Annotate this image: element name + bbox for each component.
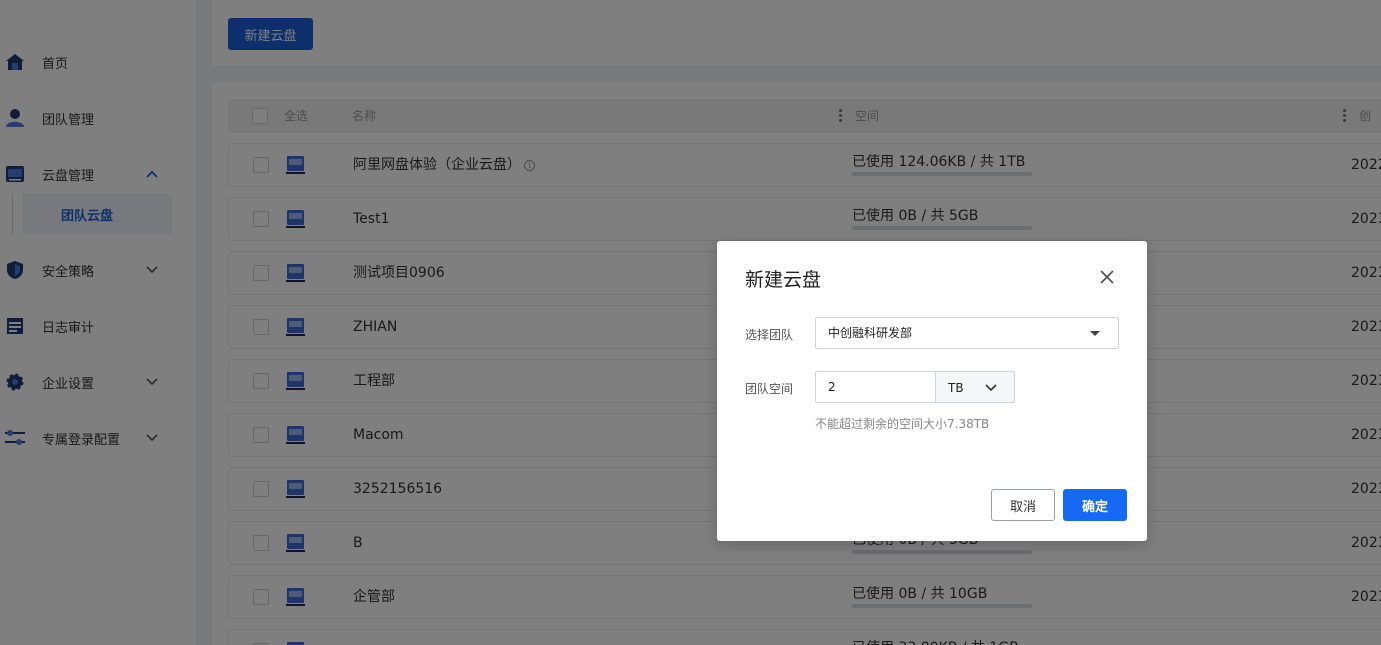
team-select-label: 选择团队 xyxy=(745,328,794,342)
space-unit-value: TB xyxy=(948,381,964,395)
space-size-input[interactable]: 2 xyxy=(815,371,936,403)
dialog-title: 新建云盘 xyxy=(745,269,822,291)
close-icon[interactable] xyxy=(1097,267,1117,287)
team-space-label: 团队空间 xyxy=(745,382,794,396)
cancel-button[interactable]: 取消 xyxy=(991,489,1055,521)
chevron-down-icon xyxy=(985,384,997,392)
space-hint: 不能超过剩余的空间大小7.38TB xyxy=(815,417,990,431)
caret-down-icon xyxy=(1090,331,1100,336)
team-select-value: 中创融科研发部 xyxy=(828,326,913,340)
team-select[interactable]: 中创融科研发部 xyxy=(815,317,1119,349)
space-unit-select[interactable]: TB xyxy=(935,371,1015,403)
modal-overlay[interactable] xyxy=(0,0,1381,645)
new-cloud-disk-dialog: 新建云盘 选择团队 中创融科研发部 团队空间 2 TB 不能超过剩余的空间大小7… xyxy=(717,241,1147,541)
confirm-button[interactable]: 确定 xyxy=(1063,489,1127,521)
